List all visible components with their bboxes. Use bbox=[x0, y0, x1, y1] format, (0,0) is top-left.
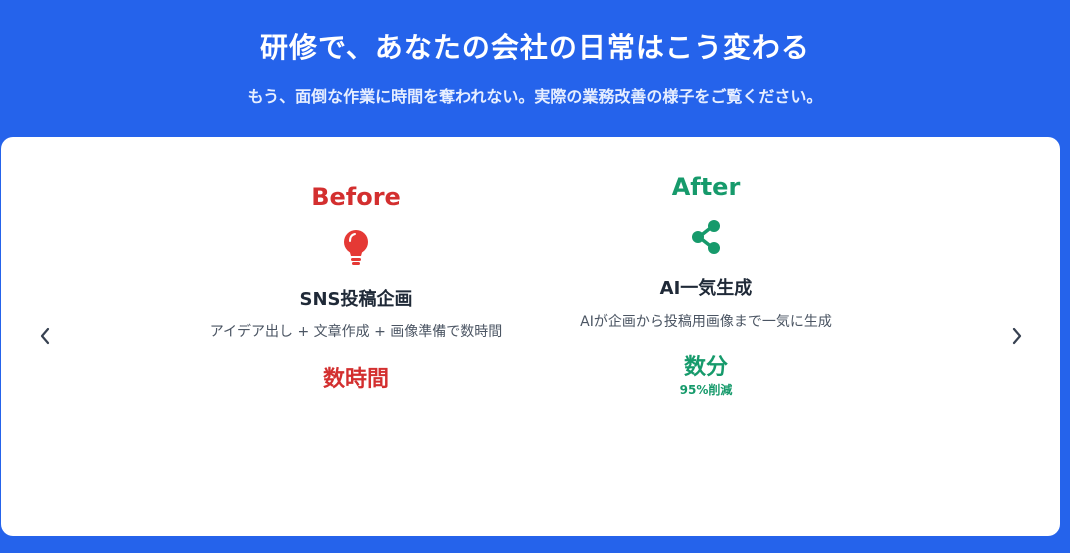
share-icon bbox=[692, 220, 720, 254]
chevron-right-icon bbox=[1012, 327, 1022, 345]
comparison-card: Before SNS投稿企画 アイデア出し + 文章作成 + 画像準備で数時間 … bbox=[1, 137, 1060, 536]
carousel-next-button[interactable] bbox=[1007, 323, 1027, 349]
before-label: Before bbox=[311, 183, 401, 211]
page-subtitle: もう、面倒な作業に時間を奪われない。実際の業務改善の様子をご覧ください。 bbox=[247, 87, 823, 106]
before-time: 数時間 bbox=[322, 367, 389, 392]
lightbulb-icon bbox=[344, 230, 368, 265]
chevron-left-icon bbox=[40, 327, 50, 345]
after-description: AIが企画から投稿用画像まで一気に生成 bbox=[580, 314, 832, 330]
before-description: アイデア出し + 文章作成 + 画像準備で数時間 bbox=[209, 324, 503, 340]
after-label: After bbox=[671, 173, 741, 201]
page: 研修で、あなたの会社の日常はこう変わる もう、面倒な作業に時間を奪われない。実際… bbox=[0, 0, 1070, 553]
page-title: 研修で、あなたの会社の日常はこう変わる bbox=[260, 31, 810, 64]
section-header: 研修で、あなたの会社の日常はこう変わる もう、面倒な作業に時間を奪われない。実際… bbox=[0, 0, 1070, 137]
carousel-prev-button[interactable] bbox=[35, 323, 55, 349]
before-title: SNS投稿企画 bbox=[299, 289, 413, 310]
reduction-badge: 95%削減 bbox=[679, 383, 733, 397]
after-title: AI一気生成 bbox=[659, 278, 753, 299]
after-time: 数分 bbox=[683, 355, 728, 380]
